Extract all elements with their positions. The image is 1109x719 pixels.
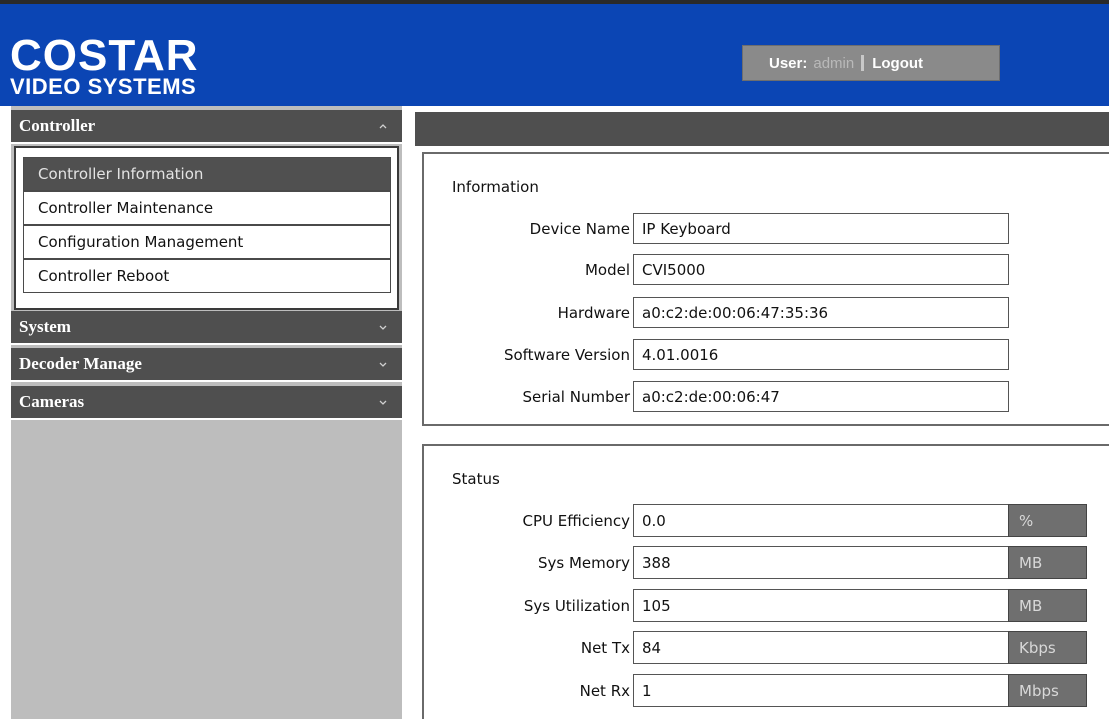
logo-main-text: COSTAR [10, 31, 199, 80]
device-name-field[interactable]: IP Keyboard [633, 213, 1009, 244]
device-name-label: Device Name [529, 220, 630, 238]
sys-utilization-unit: MB [1008, 589, 1087, 622]
controller-menu: Controller Information Controller Mainte… [14, 146, 399, 310]
menu-item-label: Controller Maintenance [38, 199, 214, 217]
content-header-bar [415, 112, 1109, 146]
hardware-label: Hardware [557, 304, 630, 322]
sys-memory-field[interactable]: 388 [633, 546, 1009, 579]
status-title: Status [452, 470, 500, 488]
sys-utilization-label: Sys Utilization [523, 597, 630, 615]
menu-item-label: Controller Reboot [38, 267, 170, 285]
user-label: User: [769, 54, 808, 72]
serial-number-field[interactable]: a0:c2:de:00:06:47 [633, 381, 1009, 412]
logo-sub-text: VIDEO SYSTEMS [10, 74, 197, 99]
sys-memory-label: Sys Memory [538, 554, 630, 572]
sidebar-section-label: System [19, 317, 71, 336]
net-tx-field[interactable]: 84 [633, 631, 1009, 664]
menu-item-controller-reboot[interactable]: Controller Reboot [23, 259, 391, 293]
net-tx-unit: Kbps [1008, 631, 1087, 664]
menu-item-configuration-management[interactable]: Configuration Management [23, 225, 391, 259]
net-rx-label: Net Rx [579, 682, 630, 700]
logout-link[interactable]: Logout [872, 55, 923, 72]
chevron-down-icon [379, 400, 387, 405]
cpu-efficiency-unit: % [1008, 504, 1087, 537]
costar-logo: COSTAR VIDEO SYSTEMS [10, 34, 199, 98]
menu-item-label: Configuration Management [38, 233, 244, 251]
information-panel: Information Device Name IP Keyboard Mode… [422, 152, 1109, 426]
user-box: User: admin Logout [742, 45, 1000, 81]
chevron-up-icon [379, 124, 387, 129]
cpu-efficiency-field[interactable]: 0.0 [633, 504, 1009, 537]
serial-number-label: Serial Number [522, 388, 630, 406]
user-name: admin [813, 54, 855, 72]
menu-item-label: Controller Information [38, 165, 204, 183]
sys-memory-unit: MB [1008, 546, 1087, 579]
sidebar-section-label: Controller [19, 116, 96, 135]
sidebar-section-label: Decoder Manage [19, 354, 142, 373]
status-panel: Status CPU Efficiency 0.0 % Sys Memory 3… [422, 444, 1109, 719]
sys-utilization-field[interactable]: 105 [633, 589, 1009, 622]
app-header: COSTAR VIDEO SYSTEMS User: admin Logout [0, 0, 1109, 106]
cpu-efficiency-label: CPU Efficiency [522, 512, 630, 530]
menu-item-controller-information[interactable]: Controller Information [23, 157, 391, 191]
sidebar-section-label: Cameras [19, 392, 85, 411]
information-title: Information [452, 178, 539, 196]
user-separator [861, 55, 865, 71]
net-tx-label: Net Tx [580, 639, 630, 657]
model-label: Model [584, 261, 630, 279]
software-version-label: Software Version [503, 346, 630, 364]
sidebar-section-decoder-manage[interactable]: Decoder Manage [11, 348, 402, 382]
hardware-field[interactable]: a0:c2:de:00:06:47:35:36 [633, 297, 1009, 328]
chevron-down-icon [379, 325, 387, 330]
net-rx-unit: Mbps [1008, 674, 1087, 707]
net-rx-field[interactable]: 1 [633, 674, 1009, 707]
software-version-field[interactable]: 4.01.0016 [633, 339, 1009, 370]
sidebar: Controller Controller Information Contro… [11, 106, 402, 719]
sidebar-section-controller[interactable]: Controller [11, 110, 402, 144]
model-field[interactable]: CVI5000 [633, 254, 1009, 285]
sidebar-section-system[interactable]: System [11, 311, 402, 345]
chevron-down-icon [379, 362, 387, 367]
menu-item-controller-maintenance[interactable]: Controller Maintenance [23, 191, 391, 225]
sidebar-section-cameras[interactable]: Cameras [11, 386, 402, 420]
